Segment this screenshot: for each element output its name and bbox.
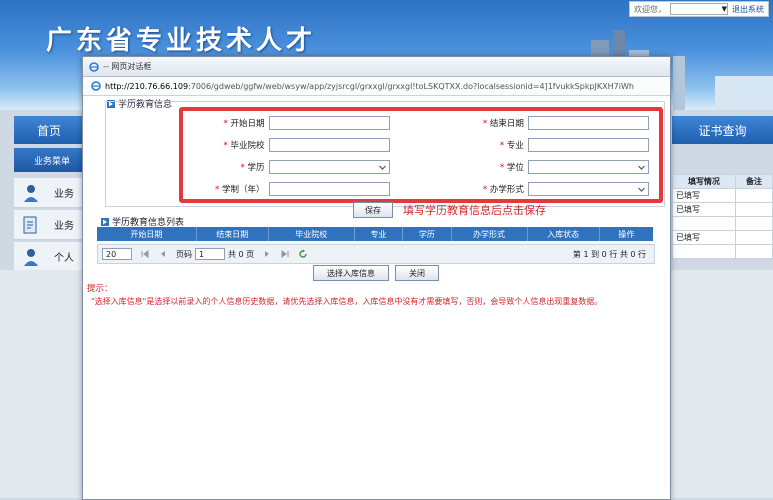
column-header[interactable]: 开始日期 xyxy=(97,227,197,241)
total-pages: 共 0 页 xyxy=(228,249,255,259)
column-header[interactable]: 操作 xyxy=(600,227,653,241)
page-size-input[interactable]: 20 xyxy=(102,248,132,260)
table-cell xyxy=(734,188,773,203)
table-cell: 已填写 xyxy=(672,202,736,217)
column-header[interactable]: 毕业院校 xyxy=(269,227,355,241)
url-path: :7006/gdweb/ggfw/web/wsyw/app/zyjsrcgl/g… xyxy=(188,81,634,91)
document-edit-icon xyxy=(23,216,37,233)
status-table: 填写情况 备注 已填写 已填写 已填写 xyxy=(672,174,773,259)
table-row: 已填写 xyxy=(672,230,773,245)
column-header[interactable]: 学历 xyxy=(403,227,452,241)
web-dialog: -- 网页对话框 http://210.76.66.109:7006/gdweb… xyxy=(82,56,671,500)
side-menu-item[interactable]: 业务 xyxy=(14,178,84,208)
user-dropdown[interactable]: ▼ xyxy=(670,3,728,15)
tip-text: "选择入库信息"是选择以前录入的个人信息历史数据，请优先选择入库信息，入库信息中… xyxy=(91,297,603,306)
prev-page-icon[interactable] xyxy=(158,249,168,259)
save-button[interactable]: 保存 xyxy=(353,202,393,218)
table-row xyxy=(672,216,773,231)
table-header: 填写情况 xyxy=(672,174,736,189)
top-user-bar: 欢迎您， ▼ 退出系统 xyxy=(629,1,769,17)
side-menu-title: 业务菜单 xyxy=(14,148,84,172)
column-header[interactable]: 结束日期 xyxy=(197,227,269,241)
column-header[interactable]: 专业 xyxy=(355,227,404,241)
nav-home-tab[interactable]: 首页 xyxy=(14,116,84,144)
person-icon xyxy=(24,248,38,266)
table-cell xyxy=(734,202,773,217)
logout-link[interactable]: 退出系统 xyxy=(732,4,764,15)
pagination-bar: 20 页码 1 共 0 页 第 1 到 0 行 共 0 行 xyxy=(97,244,655,264)
table-cell xyxy=(672,216,736,231)
select-stored-info-button[interactable]: 选择入库信息 xyxy=(313,265,389,281)
dialog-title: -- 网页对话框 xyxy=(103,62,152,71)
refresh-icon[interactable] xyxy=(298,249,308,259)
last-page-icon[interactable] xyxy=(280,249,290,259)
column-header[interactable]: 入库状态 xyxy=(528,227,600,241)
table-header: 备注 xyxy=(734,174,773,189)
save-hint-annotation: 填写学历教育信息后点击保存 xyxy=(403,204,546,217)
table-row xyxy=(672,244,773,259)
user-icon xyxy=(24,184,38,202)
welcome-text: 欢迎您， xyxy=(634,4,666,14)
side-menu-item-label: 业务 xyxy=(54,189,74,200)
close-button[interactable]: 关闭 xyxy=(395,265,439,281)
side-menu-item[interactable]: 业务 xyxy=(14,210,84,240)
table-cell: 已填写 xyxy=(672,188,736,203)
nav-certificate-tab[interactable]: 证书查询 xyxy=(672,116,773,144)
ie-page-icon xyxy=(91,81,101,91)
side-menu-item-label: 个人 xyxy=(54,253,74,264)
table-cell xyxy=(734,244,773,259)
record-count: 第 1 到 0 行 共 0 行 xyxy=(572,249,646,259)
url-host: http://210.76.66.109 xyxy=(105,81,189,91)
dialog-title-bar: -- 网页对话框 xyxy=(83,57,670,77)
page-number-input[interactable]: 1 xyxy=(195,248,225,260)
ie-icon xyxy=(89,61,99,72)
side-menu-item-label: 业务 xyxy=(54,221,74,232)
table-cell xyxy=(734,216,773,231)
education-list-header: 开始日期 结束日期 毕业院校 专业 学历 办学形式 入库状态 操作 xyxy=(97,227,653,241)
dialog-address-bar: http://210.76.66.109:7006/gdweb/ggfw/web… xyxy=(83,77,670,96)
highlight-annotation-box xyxy=(179,107,663,203)
table-cell: 已填写 xyxy=(672,230,736,245)
tip-title: 提示： xyxy=(87,284,113,294)
side-menu-item[interactable]: 个人 xyxy=(14,242,84,272)
section-arrow-icon xyxy=(101,217,109,226)
column-header[interactable]: 办学形式 xyxy=(452,227,528,241)
dialog-url: http://210.76.66.109:7006/gdweb/ggfw/web… xyxy=(105,82,665,91)
table-row: 已填写 xyxy=(672,188,773,203)
table-cell xyxy=(734,230,773,245)
page-label: 页码 xyxy=(176,249,192,259)
table-row: 已填写 xyxy=(672,202,773,217)
portal-title: 广东省专业技术人才 xyxy=(46,26,317,56)
first-page-icon[interactable] xyxy=(140,249,150,259)
table-cell xyxy=(672,244,736,259)
next-page-icon[interactable] xyxy=(262,249,272,259)
